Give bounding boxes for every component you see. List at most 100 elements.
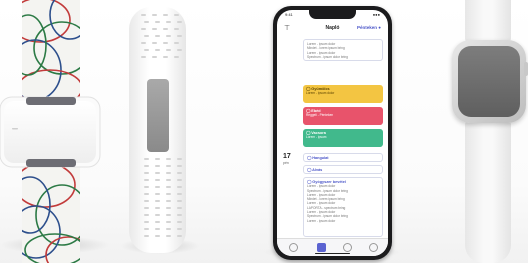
card-subtitle: Lorem - ipsum dolor: [306, 91, 335, 96]
band-hole: [141, 14, 146, 16]
band-hole: [155, 49, 160, 51]
band-hole: [166, 207, 171, 209]
entry-line: Spectrum - ipsum dolor bring: [307, 54, 348, 59]
band-hole: [166, 235, 171, 237]
band-display: [147, 79, 169, 152]
band-hole: [177, 172, 182, 174]
mood-chip[interactable]: ◯ Hangulat: [303, 153, 383, 162]
band-hole: [152, 56, 157, 58]
band-hole: [166, 221, 171, 223]
band-hole: [177, 193, 182, 195]
band-hole: [141, 56, 146, 58]
band-hole: [166, 214, 171, 216]
band-hole: [166, 186, 171, 188]
band-hole: [155, 158, 160, 160]
band-hole: [177, 179, 182, 181]
band-hole: [177, 214, 182, 216]
band-hole: [177, 221, 182, 223]
band-hole: [155, 165, 160, 167]
bottom-tab-bar: [277, 238, 388, 256]
band-hole: [144, 200, 149, 202]
band-hole: [144, 21, 149, 23]
meal-card-green[interactable]: ◯ Vacsora Lorem - ipsum: [303, 129, 383, 147]
band-hole: [144, 214, 149, 216]
band-hole: [144, 158, 149, 160]
tab-profile-icon[interactable]: [369, 243, 378, 252]
band-hole: [141, 42, 146, 44]
band-hole: [144, 228, 149, 230]
band-hole: [166, 228, 171, 230]
medication-card[interactable]: ◯ Gyógyszer bevétel Lorem - ipsum dolor …: [303, 177, 383, 237]
band-hole: [174, 14, 179, 16]
band-hole: [166, 49, 171, 51]
band-hole: [177, 35, 182, 37]
band-hole: [174, 42, 179, 44]
tab-stats-icon[interactable]: [343, 243, 352, 252]
band-hole: [174, 28, 179, 30]
day-number: 17: [283, 153, 291, 160]
band-hole: [177, 165, 182, 167]
band-hole: [166, 165, 171, 167]
card-subtitle: Reggeli - Pénteken: [306, 113, 334, 118]
band-hole: [166, 158, 171, 160]
band-hole: [144, 165, 149, 167]
band-hole: [163, 28, 168, 30]
tab-home-icon[interactable]: [289, 243, 298, 252]
band-hole: [166, 193, 171, 195]
band-hole: [174, 56, 179, 58]
home-indicator: [315, 252, 350, 254]
band-hole: [177, 186, 182, 188]
band-hole: [144, 179, 149, 181]
chip-title: ◯ Alvás: [307, 168, 323, 172]
status-indicators: ●●●: [372, 12, 380, 17]
list-item[interactable]: Lorem - ipsum dolor Mindet - lorem ipsum…: [303, 39, 383, 61]
smartphone: 9:41 ●●● ⊤ Napló Pénteken ● Lorem - ipsu…: [273, 6, 392, 260]
chip-title: ◯ Hangulat: [307, 156, 329, 160]
watch-strap-bottom: [465, 119, 511, 263]
band-hole: [155, 172, 160, 174]
band-hole: [155, 35, 160, 37]
band-hole: [155, 21, 160, 23]
card-subtitle: Lorem - ipsum: [306, 135, 327, 140]
band-hole: [177, 158, 182, 160]
journal-list[interactable]: Lorem - ipsum dolor Mindet - lorem ipsum…: [277, 37, 388, 237]
band-hole: [144, 35, 149, 37]
watch-crown: [524, 62, 528, 76]
band-hole: [155, 179, 160, 181]
status-time: 9:41: [285, 12, 293, 17]
band-hole: [155, 235, 160, 237]
band-hole: [166, 179, 171, 181]
band-hole: [144, 221, 149, 223]
phone-notch: [309, 10, 356, 19]
band-hole: [144, 49, 149, 51]
date-selector-link[interactable]: Pénteken ●: [357, 25, 381, 30]
band-hole: [163, 56, 168, 58]
band-hole: [155, 228, 160, 230]
band-hole: [144, 235, 149, 237]
band-hole: [152, 14, 157, 16]
band-hole: [163, 14, 168, 16]
meal-card-red[interactable]: ◯ Ebéd Reggeli - Pénteken: [303, 107, 383, 125]
band-hole: [155, 214, 160, 216]
band-hole: [155, 200, 160, 202]
band-hole: [155, 221, 160, 223]
band-hole: [177, 21, 182, 23]
band-hole: [141, 28, 146, 30]
sleep-chip[interactable]: ◯ Alvás: [303, 165, 383, 174]
band-hole: [166, 200, 171, 202]
smartwatch-display: [458, 46, 520, 117]
band-hole: [177, 228, 182, 230]
meal-card-yellow[interactable]: ◯ Gyümölcs Lorem - ipsum dolor: [303, 85, 383, 103]
patterned-sensor-strap: [0, 0, 101, 263]
band-hole: [155, 193, 160, 195]
band-hole: [163, 42, 168, 44]
tab-journal-icon[interactable]: [317, 243, 326, 252]
band-hole: [144, 193, 149, 195]
band-hole: [177, 207, 182, 209]
band-hole: [144, 207, 149, 209]
band-hole: [177, 200, 182, 202]
band-hole: [166, 21, 171, 23]
band-hole: [155, 186, 160, 188]
band-hole: [144, 172, 149, 174]
app-header: ⊤ Napló Pénteken ●: [277, 21, 388, 35]
